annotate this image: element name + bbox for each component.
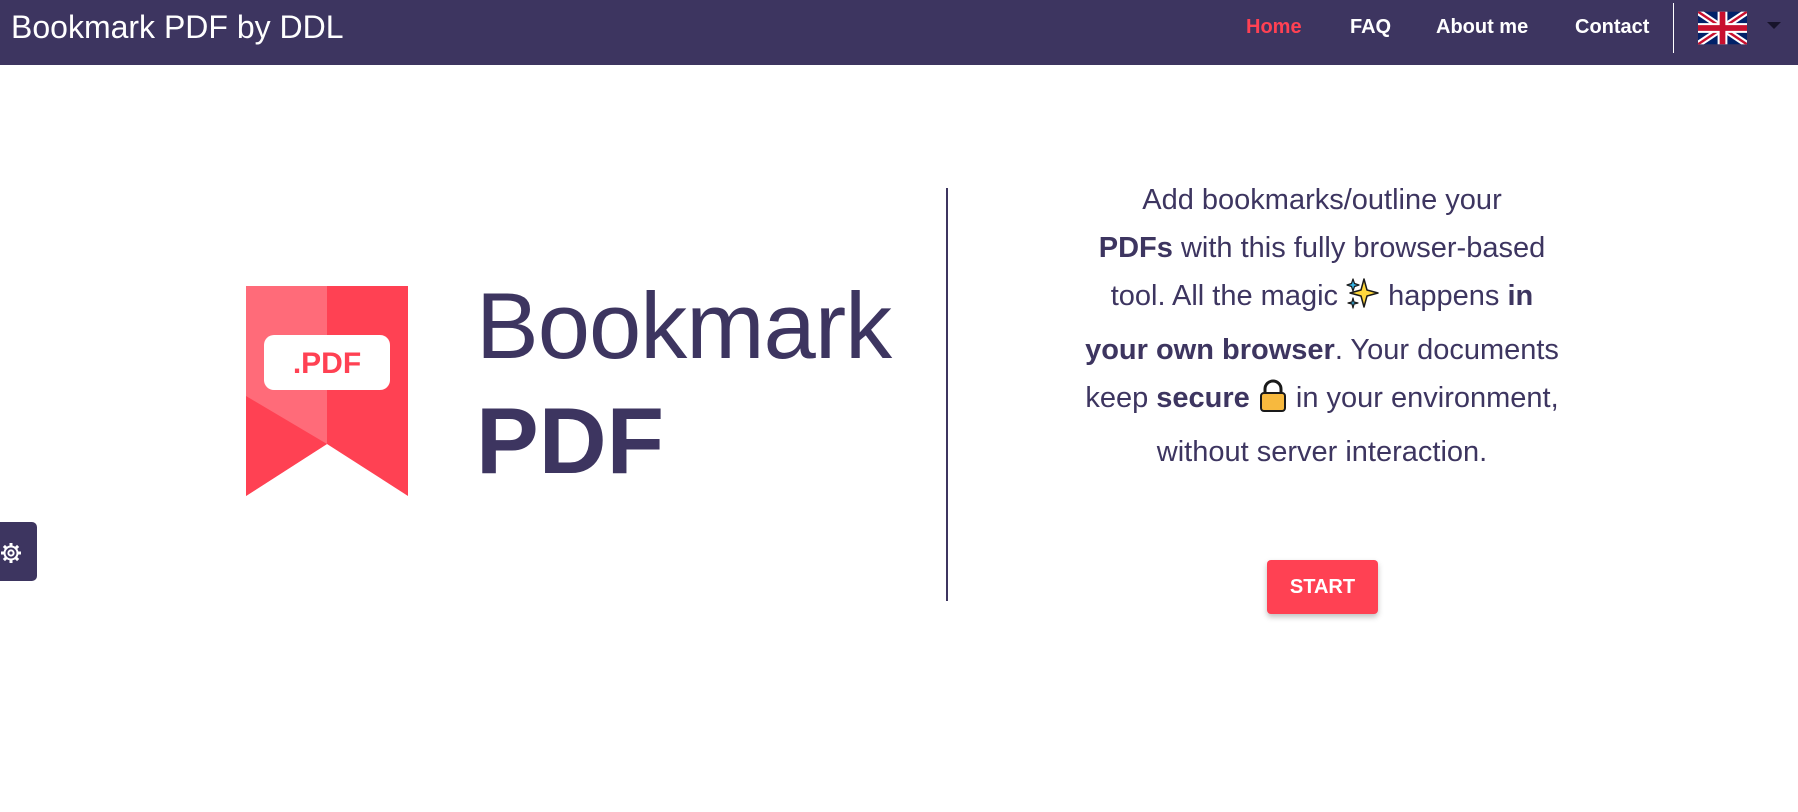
- hero-divider: [946, 188, 948, 601]
- hero-tagline: Add bookmarks/outline your PDFs with this…: [1082, 176, 1562, 476]
- tagline-bold-pdfs: PDFs: [1098, 232, 1173, 264]
- pdf-badge-text: .PDF: [293, 347, 361, 380]
- tagline-bold-secure: secure: [1156, 382, 1250, 414]
- gear-icon: [1, 543, 21, 563]
- uk-flag-icon[interactable]: [1698, 9, 1747, 47]
- nav-about-me[interactable]: About me: [1436, 14, 1528, 40]
- start-button[interactable]: START: [1267, 560, 1378, 614]
- logo-word-bookmark: Bookmark: [476, 273, 892, 378]
- bookmark-pdf-logo: .PDF: [246, 286, 408, 501]
- logo-word-pdf: PDF: [476, 388, 664, 493]
- nav-contact[interactable]: Contact: [1575, 14, 1649, 40]
- nav-home[interactable]: Home: [1246, 14, 1302, 40]
- sparkles-icon: [1346, 277, 1380, 326]
- tagline-text-1: Add bookmarks/outline your: [1142, 184, 1502, 216]
- tagline-text-3: happens: [1380, 280, 1508, 312]
- top-navbar: Bookmark PDF by DDL Home FAQ About me Co…: [0, 0, 1798, 65]
- settings-button[interactable]: [0, 522, 37, 581]
- caret-down-icon[interactable]: [1767, 22, 1781, 29]
- nav-faq[interactable]: FAQ: [1350, 14, 1391, 40]
- brand-title[interactable]: Bookmark PDF by DDL: [11, 8, 344, 46]
- nav-divider: [1673, 3, 1674, 53]
- lock-icon: [1258, 379, 1288, 428]
